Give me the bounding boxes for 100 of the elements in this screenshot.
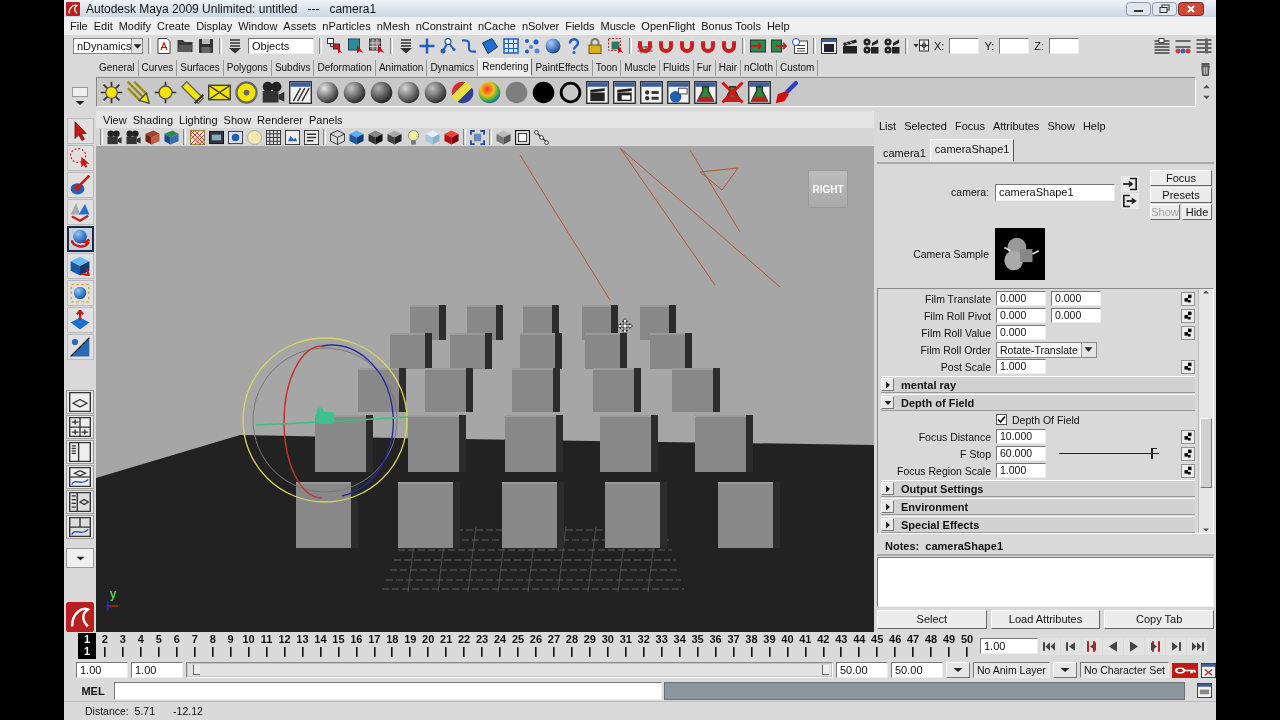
trash-can-icon[interactable]	[1199, 62, 1212, 76]
menu-set-dropdown[interactable]: nDynamics	[73, 38, 143, 54]
disc-icon[interactable]	[532, 80, 555, 104]
camera-icon[interactable]	[262, 80, 285, 104]
checker-icon[interactable]	[1181, 446, 1195, 461]
button[interactable]: Copy Tab	[1104, 610, 1214, 629]
menu-item[interactable]: nMesh	[373, 20, 413, 32]
range-handle[interactable]	[193, 665, 200, 675]
menu-item[interactable]: nCache	[474, 20, 519, 32]
shelf-tab[interactable]: Polygons	[223, 60, 272, 76]
command-field[interactable]	[114, 681, 662, 700]
enum-dropdown[interactable]: Rotate-Translate	[996, 341, 1097, 358]
menu-item[interactable]: Edit	[90, 20, 116, 32]
timeline-frame[interactable]: 15	[329, 633, 348, 659]
number-field[interactable]: 0.000	[1051, 308, 1101, 323]
particles-icon[interactable]	[524, 38, 540, 54]
shelf-tab[interactable]: Fur	[693, 60, 716, 76]
wireframe-cube-icon[interactable]	[330, 129, 345, 145]
light-bulb-icon[interactable]	[406, 129, 421, 145]
scroll-down-icon[interactable]	[1201, 94, 1211, 101]
range-start-field[interactable]: 1.00	[131, 662, 183, 678]
menu-item[interactable]: Help	[763, 20, 793, 32]
plus-icon[interactable]	[419, 38, 435, 54]
shelf-tab[interactable]: Hair	[715, 60, 742, 76]
lines-slider-icon[interactable]	[1154, 38, 1170, 54]
magnet-icon[interactable]	[679, 38, 695, 54]
single-pane-layout-icon[interactable]	[69, 392, 91, 412]
sphere-icon[interactable]	[316, 80, 339, 104]
menu-item[interactable]: Selected	[902, 120, 950, 132]
number-field[interactable]: 60.000	[996, 446, 1046, 461]
cube-icon[interactable]	[145, 129, 160, 145]
scroll-thumb[interactable]	[1200, 418, 1212, 488]
circle-dot-icon[interactable]	[235, 80, 258, 104]
restore-icon[interactable]	[1152, 1, 1177, 16]
timeline-frame[interactable]: 14	[311, 633, 330, 659]
picture-frame-icon[interactable]	[285, 129, 300, 145]
menu-item[interactable]: Shading	[129, 113, 177, 126]
four-pane-layout-icon[interactable]	[69, 417, 91, 437]
hatched-window-icon[interactable]	[289, 80, 312, 104]
number-field[interactable]: 10.000	[996, 429, 1046, 444]
section-header[interactable]: Output Settings	[881, 480, 1195, 497]
clapperboard-window-icon[interactable]	[586, 80, 609, 104]
crossed-window-icon[interactable]	[1201, 662, 1216, 678]
list-menu-icon[interactable]	[398, 38, 414, 54]
shelf-tab[interactable]: Surfaces	[177, 60, 224, 76]
shelf-tab[interactable]: PaintEffects	[532, 60, 593, 76]
joint-chain-icon[interactable]	[534, 129, 549, 145]
checker-icon[interactable]	[1181, 463, 1195, 478]
flask-window-icon[interactable]	[694, 80, 717, 104]
button[interactable]: Hide	[1182, 204, 1212, 220]
menu-item[interactable]: Panels	[305, 113, 346, 126]
sphere-icon[interactable]	[370, 80, 393, 104]
window-icon[interactable]	[1197, 683, 1212, 698]
diagonal-arrows-icon[interactable]	[127, 80, 150, 104]
shelf-tab[interactable]: Muscle	[621, 60, 660, 76]
time-slider[interactable]: 1 1 2 3 4 5 6 7 8 9 10 11 12 13 14 15 16 17 18 19 20 21 22 23 24 25 26 27 28 29 30 31 32 33 34 35 36 37 38 39 40 41 42 43 44 45 46 47 48 49 50	[78, 633, 976, 659]
shelf-tab[interactable]: Custom	[776, 60, 819, 76]
bracket-frame-icon[interactable]	[470, 129, 485, 145]
section-header[interactable]: Depth of Field	[881, 394, 1195, 411]
crosshair-box-icon[interactable]	[913, 38, 929, 54]
film-reels-icon[interactable]	[884, 38, 900, 54]
shelf-tab[interactable]: Toon	[592, 60, 622, 76]
arrow-into-bracket-icon[interactable]	[1121, 176, 1139, 192]
magnet-icon[interactable]	[658, 38, 674, 54]
scroll-down-icon[interactable]	[1202, 527, 1210, 533]
graph-pane-layout-icon[interactable]	[69, 467, 91, 487]
timeline-frame[interactable]: 25	[509, 633, 527, 659]
key-icon[interactable]	[1172, 662, 1198, 678]
range-end-field[interactable]: 50.00	[836, 662, 888, 678]
menu-item[interactable]: nConstraint	[412, 20, 475, 32]
checker-icon[interactable]	[1181, 359, 1195, 374]
timeline-frame[interactable]: 50	[958, 633, 976, 659]
cube-icon[interactable]	[349, 129, 364, 145]
shelf-tab[interactable]: Fluids	[660, 60, 694, 76]
window-icon[interactable]	[821, 38, 837, 54]
caret-icon[interactable]	[75, 99, 85, 107]
checker-icon[interactable]	[1181, 291, 1195, 306]
menu-item[interactable]: Assets	[280, 20, 320, 32]
menu-item[interactable]: Display	[193, 20, 236, 32]
node-name-field[interactable]: cameraShape1	[995, 184, 1115, 201]
close-icon[interactable]	[1178, 1, 1204, 16]
current-time-field[interactable]: 1.00	[980, 638, 1038, 654]
sphere-icon[interactable]	[545, 38, 561, 54]
dashed-box-cursor-icon[interactable]	[608, 38, 624, 54]
skip-to-start-icon[interactable]	[1040, 637, 1060, 655]
number-field[interactable]: 0.000	[996, 308, 1046, 323]
button[interactable]: Presets	[1150, 187, 1212, 203]
sphere-icon[interactable]	[424, 80, 447, 104]
scroll-up-icon[interactable]	[1202, 289, 1210, 295]
step-forward-icon[interactable]	[1166, 637, 1186, 655]
checker-icon[interactable]	[1181, 429, 1195, 444]
film-reels-icon[interactable]	[863, 38, 879, 54]
menu-item[interactable]: nSolver	[518, 20, 563, 32]
caret-icon[interactable]	[883, 484, 892, 493]
menu-item[interactable]: Window	[235, 20, 281, 32]
menu-item[interactable]: Show	[220, 113, 255, 126]
spotlight-icon[interactable]	[181, 80, 204, 104]
menu-item[interactable]: Show	[1045, 120, 1078, 132]
two-pane-layout-icon[interactable]	[69, 442, 91, 462]
shelf-tab[interactable]: Subdivs	[271, 60, 315, 76]
